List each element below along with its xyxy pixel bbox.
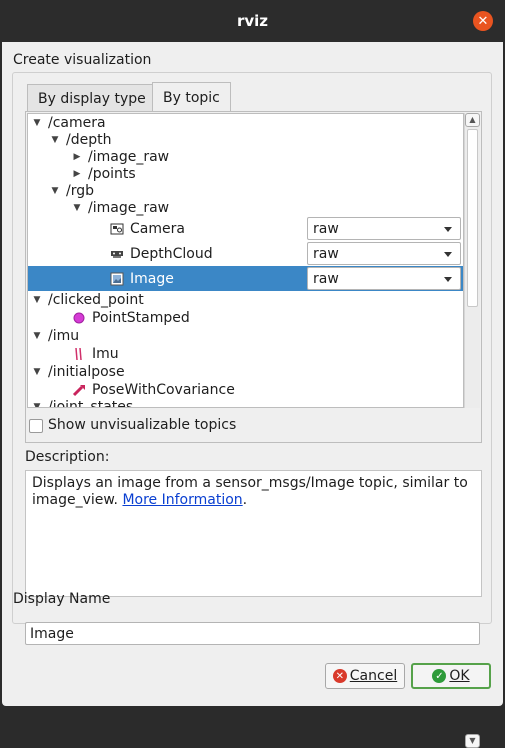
tree-row-label: /camera (48, 115, 106, 131)
pose-icon (72, 383, 86, 397)
display-name-value: Image (30, 625, 74, 642)
expand-arrow-icon[interactable]: ▼ (50, 135, 60, 145)
group-title: Create visualization (13, 52, 152, 68)
depthcloud-icon (110, 247, 124, 261)
point-stamped-icon (72, 311, 86, 325)
description-label: Description: (25, 449, 110, 465)
tree-row-label: /image_raw (88, 149, 170, 165)
tree-row-image-display[interactable]: Image raw (28, 266, 463, 291)
tab-label: By display type (38, 90, 146, 107)
expand-arrow-icon[interactable]: ▼ (32, 295, 42, 305)
tree-row-imu-display[interactable]: Imu (28, 345, 463, 363)
tree-row-label: PoseWithCovariance (92, 382, 235, 398)
tree-row-label: Image (130, 270, 174, 287)
cancel-button[interactable]: ✕ Cancel (325, 663, 405, 689)
transport-combo[interactable]: raw (307, 217, 461, 240)
tree-row-label: Camera (130, 220, 185, 237)
tree-row-label: /rgb (66, 183, 94, 199)
chevron-down-icon (444, 252, 452, 257)
tree-scrollbar[interactable]: ▲ ▼ (464, 113, 480, 748)
combo-value: raw (313, 245, 339, 262)
transport-combo[interactable]: raw (307, 242, 461, 265)
tab-pane-by-topic: ▼ /camera ▼ /depth ▶ /image_raw ▶ /point… (25, 111, 482, 748)
tree-row-pose-with-covariance[interactable]: PoseWithCovariance (28, 381, 463, 399)
display-name-label: Display Name (13, 591, 111, 607)
tree-row-depth[interactable]: ▼ /depth (28, 131, 463, 149)
tree-row-clicked-point[interactable]: ▼ /clicked_point (28, 291, 463, 309)
close-icon: ✕ (477, 13, 489, 29)
tree-row-label: /points (88, 166, 136, 182)
collapsed-arrow-icon[interactable]: ▶ (72, 169, 82, 179)
combo-value: raw (313, 270, 339, 287)
ok-button[interactable]: ✓ OK (411, 663, 491, 689)
collapsed-arrow-icon[interactable]: ▶ (72, 152, 82, 162)
cancel-icon: ✕ (332, 669, 347, 683)
display-name-input[interactable]: Image (25, 622, 480, 645)
cancel-label: Cancel (349, 668, 398, 684)
image-icon (110, 272, 124, 286)
tree-row-imu[interactable]: ▼ /imu (28, 327, 463, 345)
scroll-up-icon[interactable]: ▲ (465, 113, 480, 127)
expand-arrow-icon[interactable]: ▼ (32, 367, 42, 377)
chevron-down-icon (444, 277, 452, 282)
expand-arrow-icon[interactable]: ▼ (72, 203, 82, 213)
description-trailing: . (242, 492, 248, 508)
expand-arrow-icon[interactable]: ▼ (50, 186, 60, 196)
tree-row-depth-image-raw[interactable]: ▶ /image_raw (28, 148, 463, 166)
camera-icon (110, 222, 124, 236)
tree-row-initialpose[interactable]: ▼ /initialpose (28, 363, 463, 381)
description-text: Displays an image from a sensor_msgs/Ima… (32, 475, 468, 508)
show-unvisualizable-checkbox[interactable] (29, 419, 43, 433)
scroll-down-icon[interactable]: ▼ (465, 734, 480, 748)
tab-by-topic[interactable]: By topic (152, 82, 231, 112)
tree-row-rgb-image-raw[interactable]: ▼ /image_raw (28, 199, 463, 217)
tree-row-joint-states[interactable]: ▼ /joint_states (28, 398, 463, 408)
scrollbar-thumb[interactable] (467, 129, 478, 307)
chevron-down-icon (444, 227, 452, 232)
tree-row-label: /initialpose (48, 364, 125, 380)
close-window-button[interactable]: ✕ (473, 11, 493, 31)
tree-row-label: /joint_states (48, 399, 134, 408)
tab-label: By topic (163, 89, 220, 106)
expand-arrow-icon[interactable]: ▼ (32, 118, 42, 128)
tree-row-label: /clicked_point (48, 292, 144, 308)
ok-label: OK (449, 668, 470, 684)
tree-row-depthcloud-display[interactable]: DepthCloud raw (28, 241, 463, 266)
tree-row-point-stamped[interactable]: PointStamped (28, 309, 463, 327)
tree-row-camera-display[interactable]: Camera raw (28, 216, 463, 241)
tree-row-label: Imu (92, 346, 119, 362)
tree-row-rgb[interactable]: ▼ /rgb (28, 182, 463, 200)
tree-row-label: DepthCloud (130, 245, 213, 262)
create-visualization-dialog: Create visualization By display type By … (2, 42, 503, 748)
combo-value: raw (313, 220, 339, 237)
tree-row-points[interactable]: ▶ /points (28, 165, 463, 183)
show-unvisualizable-label: Show unvisualizable topics (48, 417, 237, 433)
window-titlebar: rviz ✕ (0, 0, 505, 42)
transport-combo[interactable]: raw (307, 267, 461, 290)
tree-row-label: /image_raw (88, 200, 170, 216)
more-information-link[interactable]: More Information (122, 492, 242, 508)
tree-row-label: /imu (48, 328, 80, 344)
window-title: rviz (236, 12, 269, 30)
topic-tree[interactable]: ▼ /camera ▼ /depth ▶ /image_raw ▶ /point… (27, 113, 464, 408)
tree-row-label: PointStamped (92, 310, 190, 326)
expand-arrow-icon[interactable]: ▼ (32, 402, 42, 407)
expand-arrow-icon[interactable]: ▼ (32, 331, 42, 341)
tab-by-display-type[interactable]: By display type (27, 84, 157, 112)
tree-row-camera[interactable]: ▼ /camera (28, 114, 463, 132)
ok-icon: ✓ (432, 669, 447, 683)
imu-icon (72, 347, 86, 361)
tree-row-label: /depth (66, 132, 112, 148)
description-box: Displays an image from a sensor_msgs/Ima… (25, 470, 482, 597)
